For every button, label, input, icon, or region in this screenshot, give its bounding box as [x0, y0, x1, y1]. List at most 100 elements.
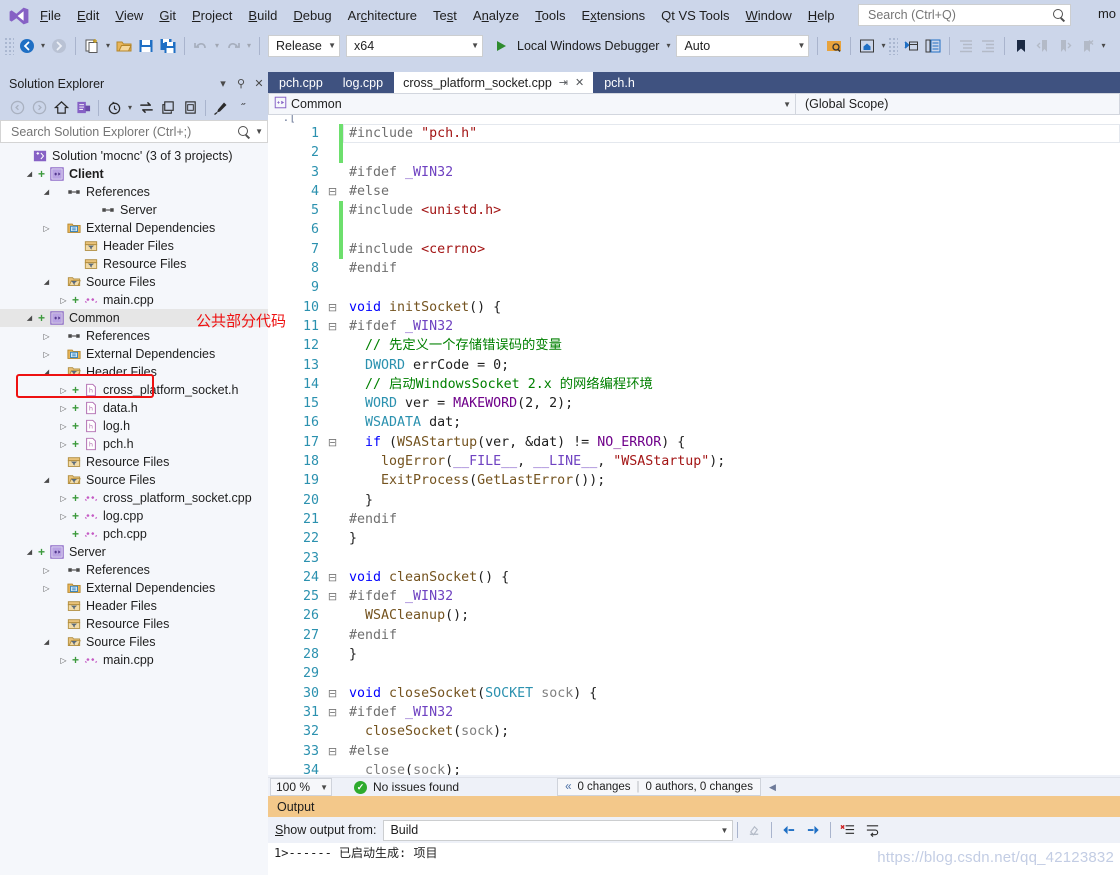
tree-item[interactable]: Solution 'mocnc' (3 of 3 projects) — [0, 147, 268, 165]
document-tab[interactable]: pch.cpp — [270, 72, 332, 93]
tree-item[interactable]: ▷ + h pch.h — [0, 435, 268, 453]
go-to-previous-message-icon[interactable] — [776, 819, 801, 841]
expander-collapsed-icon[interactable]: ▷ — [57, 512, 70, 521]
expander-collapsed-icon[interactable]: ▷ — [40, 566, 53, 575]
back-icon[interactable] — [6, 97, 28, 118]
tree-item[interactable]: ◢ + Client — [0, 165, 268, 183]
expander-collapsed-icon[interactable]: ▷ — [57, 386, 70, 395]
code-line[interactable]: 14 // 启动WindowsSocket 2.x 的网络编程环境 — [268, 375, 1120, 394]
clear-bookmarks-icon[interactable] — [1076, 35, 1098, 57]
code-line[interactable]: 20 } — [268, 491, 1120, 510]
expander-collapsed-icon[interactable]: ▷ — [40, 584, 53, 593]
code-line[interactable]: 27 #endif — [268, 626, 1120, 645]
fold-collapse-icon[interactable]: ⊟ — [326, 742, 339, 761]
tree-item[interactable]: + pch.cpp — [0, 525, 268, 543]
tree-item[interactable]: ◢ Source Files — [0, 273, 268, 291]
expander-collapsed-icon[interactable]: ▷ — [57, 440, 70, 449]
tree-item[interactable]: Resource Files — [0, 615, 268, 633]
tree-item[interactable]: Server — [0, 201, 268, 219]
debug-target-dropdown-icon[interactable]: ▾ — [663, 41, 673, 50]
code-line[interactable]: 34 close(sock); — [268, 761, 1120, 775]
fold-collapse-icon[interactable]: ⊟ — [326, 568, 339, 587]
menu-item-git[interactable]: Git — [151, 4, 184, 27]
process-selector[interactable]: Auto ▼ — [676, 34, 810, 57]
code-line[interactable]: 31 ⊟ #ifdef _WIN32 — [268, 703, 1120, 722]
decrease-indent-icon[interactable] — [955, 35, 977, 57]
tree-item[interactable]: ▷ + main.cpp — [0, 651, 268, 669]
previous-bookmark-icon[interactable] — [1032, 35, 1054, 57]
clear-output-icon[interactable] — [742, 819, 767, 841]
solution-configuration-selector[interactable]: Release ▼ — [268, 34, 340, 57]
code-line[interactable]: 2 — [268, 143, 1120, 163]
close-tab-icon[interactable]: ✕ — [575, 76, 584, 89]
menu-item-build[interactable]: Build — [240, 4, 285, 27]
redo-dropdown-icon[interactable]: ▾ — [244, 41, 254, 50]
start-debug-play-icon[interactable] — [490, 35, 512, 57]
code-line[interactable]: 15 WORD ver = MAKEWORD(2, 2); — [268, 394, 1120, 413]
expander-expanded-icon[interactable]: ◢ — [40, 476, 53, 484]
tree-item[interactable]: ▷ + h data.h — [0, 399, 268, 417]
expander-expanded-icon[interactable]: ◢ — [23, 170, 36, 178]
bookmark-icon[interactable] — [1010, 35, 1032, 57]
code-line[interactable]: 12 // 先定义一个存储错误码的变量 — [268, 336, 1120, 355]
solution-home-icon[interactable] — [856, 35, 878, 57]
menu-item-edit[interactable]: Edit — [69, 4, 107, 27]
code-line[interactable]: 30 ⊟ void closeSocket(SOCKET sock) { — [268, 684, 1120, 703]
chevron-down-icon[interactable]: ▾ — [214, 77, 232, 90]
solution-tree[interactable]: Solution 'mocnc' (3 of 3 projects) ◢ + Clie… — [0, 143, 268, 874]
document-tab[interactable]: cross_platform_socket.cpp ⇥ ✕ — [394, 72, 594, 93]
history-icon[interactable] — [103, 97, 125, 118]
sync-with-active-document-icon[interactable] — [135, 97, 157, 118]
pin-icon[interactable]: ⚲ — [232, 77, 250, 90]
open-file-icon[interactable] — [113, 35, 135, 57]
expander-expanded-icon[interactable]: ◢ — [40, 188, 53, 196]
menu-item-architecture[interactable]: Architecture — [340, 4, 425, 27]
expander-collapsed-icon[interactable]: ▷ — [57, 404, 70, 413]
fold-collapse-icon[interactable]: ⊟ — [326, 298, 339, 317]
fold-collapse-icon[interactable]: ⊟ — [326, 587, 339, 606]
navigate-back-dropdown-icon[interactable]: ▾ — [38, 41, 48, 50]
fold-collapse-icon[interactable]: ⊟ — [326, 317, 339, 336]
output-source-selector[interactable]: Build ▼ — [383, 819, 734, 841]
zoom-selector[interactable]: 100 % ▼ — [270, 778, 332, 796]
code-line[interactable]: 10 ⊟ void initSocket() { — [268, 298, 1120, 317]
expander-expanded-icon[interactable]: ◢ — [23, 314, 36, 322]
save-icon[interactable] — [135, 35, 157, 57]
code-line[interactable]: 23 — [268, 549, 1120, 568]
code-line[interactable]: 11 ⊟ #ifdef _WIN32 — [268, 317, 1120, 336]
code-line[interactable]: 25 ⊟ #ifdef _WIN32 — [268, 587, 1120, 606]
menu-item-file[interactable]: File — [32, 4, 69, 27]
chevron-down-icon[interactable]: ▼ — [251, 127, 263, 136]
toggle-word-wrap-icon[interactable] — [860, 819, 885, 841]
menu-item-extensions[interactable]: Extensions — [574, 4, 654, 27]
code-line[interactable]: 26 WSACleanup(); — [268, 606, 1120, 625]
expander-collapsed-icon[interactable]: ▷ — [57, 422, 70, 431]
toolbar-grip-2[interactable] — [888, 36, 899, 55]
expander-collapsed-icon[interactable]: ▷ — [57, 656, 70, 665]
expander-expanded-icon[interactable]: ◢ — [40, 638, 53, 646]
expander-collapsed-icon[interactable]: ▷ — [40, 350, 53, 359]
expander-expanded-icon[interactable]: ◢ — [23, 548, 36, 556]
tree-item[interactable]: Resource Files — [0, 453, 268, 471]
document-tab[interactable]: pch.h — [595, 72, 644, 93]
menu-item-qt-vs-tools[interactable]: Qt VS Tools — [653, 4, 737, 27]
navigate-forward-icon[interactable] — [48, 35, 70, 57]
code-line[interactable]: 9 — [268, 278, 1120, 297]
menu-item-window[interactable]: Window — [738, 4, 800, 27]
scroll-left-icon[interactable]: ◀ — [769, 782, 776, 793]
close-icon[interactable]: ✕ — [250, 77, 268, 90]
code-line[interactable]: 18 logError(__FILE__, __LINE__, "WSAStar… — [268, 452, 1120, 471]
overflow-icon[interactable]: ˝ — [232, 97, 254, 118]
tree-item[interactable]: ◢ + Server — [0, 543, 268, 561]
collapse-all-icon[interactable] — [179, 97, 201, 118]
search-input[interactable] — [866, 7, 1052, 23]
navigate-back-icon[interactable] — [16, 35, 38, 57]
expander-collapsed-icon[interactable]: ▷ — [40, 332, 53, 341]
tree-item[interactable]: ▷ External Dependencies — [0, 579, 268, 597]
code-line[interactable]: 16 WSADATA dat; — [268, 413, 1120, 432]
code-line[interactable]: 32 closeSocket(sock); — [268, 722, 1120, 741]
tree-item[interactable]: ▷ + h cross_platform_socket.h — [0, 381, 268, 399]
menu-item-tools[interactable]: Tools — [527, 4, 573, 27]
refresh-icon[interactable] — [157, 97, 179, 118]
tree-item[interactable]: ▷ References — [0, 561, 268, 579]
